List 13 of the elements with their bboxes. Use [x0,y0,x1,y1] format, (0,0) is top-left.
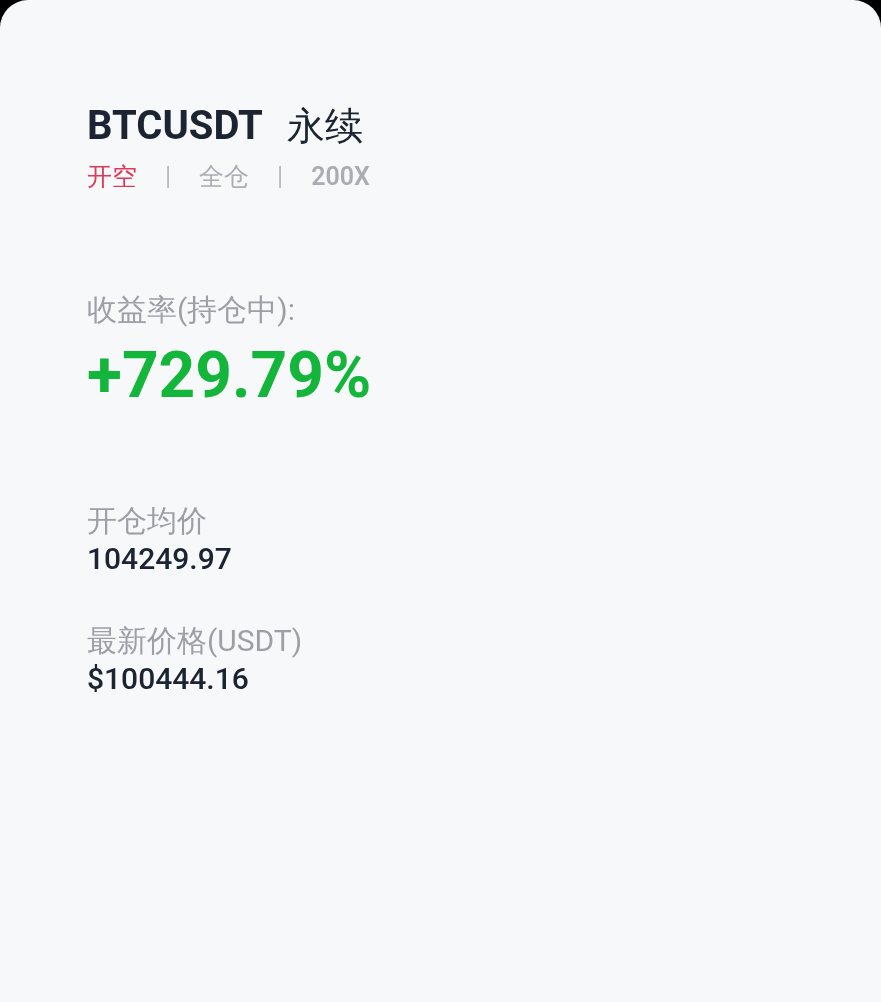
stat-value: 104249.97 [87,540,233,578]
contract-type-label: 永续 [286,103,363,150]
roi-value: +729.79% [87,338,373,414]
stat-label: 开仓均价 [87,502,208,540]
roi-label: 收益率(持仓中): [87,291,296,329]
separator-glyph: | [276,161,285,193]
leverage-label: 200X [311,161,370,193]
position-side-label: 开空 [87,161,137,193]
separator-glyph: | [164,161,173,193]
margin-mode-label: 全仓 [199,161,250,193]
stat-label: 最新价格(USDT) [87,622,304,660]
stat-value: $100444.16 [87,660,250,698]
symbol-title: BTCUSDT [87,101,263,151]
